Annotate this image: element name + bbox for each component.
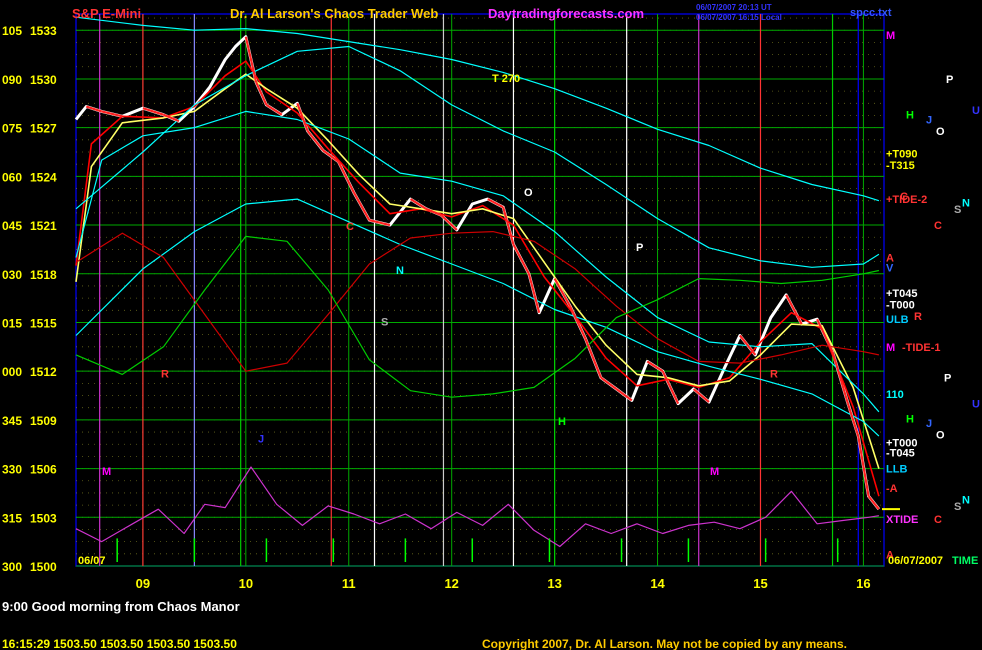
y-tick-right: 1518 [30, 268, 57, 282]
end-date-label: 06/07/2007 [888, 555, 943, 567]
x-tick-label: 12 [444, 576, 458, 591]
footer-message: 9:00 Good morning from Chaos Manor [2, 599, 240, 614]
far-right-label: -TIDE-1 [902, 342, 941, 354]
y-tick-left: 105 [2, 24, 22, 38]
far-right-label: O [936, 126, 945, 138]
y-tick-left: 090 [2, 73, 22, 87]
x-tick-label: 16 [856, 576, 870, 591]
y-tick-right: 1527 [30, 122, 57, 136]
y-tick-right: 1509 [30, 414, 57, 428]
far-right-label: S [954, 204, 961, 216]
t270-label: T 270 [492, 73, 520, 85]
right-label: XTIDE [886, 514, 918, 526]
y-tick-left: 075 [2, 122, 22, 136]
y-tick-left: 300 [2, 560, 22, 574]
header-title: Dr. Al Larson's Chaos Trader Web [230, 6, 438, 21]
right-label: V [886, 262, 894, 274]
far-right-label: R [914, 311, 922, 323]
y-tick-right: 1503 [30, 511, 57, 525]
far-right-label: N [962, 197, 970, 209]
right-label: -T045 [886, 447, 915, 459]
far-right-label: O [936, 429, 945, 441]
chart-canvas: 300 1500315 1503330 1506345 1509000 1512015 15… [0, 0, 982, 650]
y-tick-right: 1515 [30, 316, 57, 330]
header-file: spcc.txt [850, 7, 892, 19]
header-update-local: 06/07/2007 16:15 Local [696, 13, 782, 22]
y-tick-left: 315 [2, 511, 22, 525]
right-label: +T045 [886, 288, 918, 300]
far-right-label: N [962, 494, 970, 506]
x-tick-label: 09 [136, 576, 150, 591]
x-tick-label: 11 [342, 576, 356, 591]
right-label: 110 [886, 389, 904, 401]
far-right-label: U [972, 399, 980, 411]
far-right-label: U [972, 105, 980, 117]
in-chart-label: R [161, 369, 169, 381]
in-chart-label: C [346, 221, 354, 233]
footer-quote: 16:15:29 1503.50 1503.50 1503.50 1503.50 [2, 637, 237, 650]
in-chart-label: O [524, 187, 533, 199]
far-right-label: P [946, 74, 953, 86]
in-chart-label: R [770, 369, 778, 381]
header-update-ut: 06/07/2007 20:13 UT [696, 3, 772, 12]
start-date-label: 06/07 [78, 555, 106, 567]
right-label: M [886, 30, 895, 42]
y-tick-right: 1500 [30, 560, 57, 574]
far-right-label: S [954, 501, 961, 513]
y-tick-right: 1512 [30, 365, 57, 379]
y-tick-left: 060 [2, 170, 22, 184]
header-site: Daytradingforecasts.com [488, 6, 644, 21]
y-tick-left: 345 [2, 414, 22, 428]
y-tick-left: 045 [2, 219, 22, 233]
in-chart-label: M [710, 466, 719, 478]
in-chart-label: N [396, 265, 404, 277]
right-label: -T000 [886, 300, 915, 312]
y-tick-left: 330 [2, 463, 22, 477]
far-right-label: H [906, 110, 914, 122]
y-tick-left: 015 [2, 316, 22, 330]
in-chart-label: J [258, 434, 264, 446]
in-chart-label: S [381, 317, 388, 329]
y-tick-right: 1521 [30, 219, 57, 233]
y-tick-left: 000 [2, 365, 22, 379]
background [0, 0, 982, 650]
far-right-label: H [906, 413, 914, 425]
y-tick-left: 030 [2, 268, 22, 282]
right-label: LLB [886, 464, 907, 476]
y-tick-right: 1530 [30, 73, 57, 87]
x-tick-label: 13 [547, 576, 561, 591]
right-label: M [886, 342, 895, 354]
right-label: -T315 [886, 160, 915, 172]
header-instrument: S&P E-Mini [72, 6, 141, 21]
far-right-label: J [926, 418, 932, 430]
y-tick-right: 1506 [30, 463, 57, 477]
footer-copyright: Copyright 2007, Dr. Al Larson. May not b… [482, 637, 847, 650]
y-tick-right: 1533 [30, 24, 57, 38]
far-right-label: C [900, 191, 908, 203]
in-chart-label: M [102, 466, 111, 478]
far-right-label: J [926, 115, 932, 127]
right-label: ULB [886, 314, 909, 326]
time-label: TIME [952, 555, 978, 567]
x-tick-label: 10 [239, 576, 253, 591]
y-tick-right: 1524 [30, 170, 57, 184]
far-right-label: C [934, 514, 942, 526]
x-tick-label: 14 [650, 576, 665, 591]
right-label: +T090 [886, 149, 918, 161]
x-tick-label: 15 [753, 576, 767, 591]
in-chart-label: P [636, 242, 643, 254]
in-chart-label: H [558, 416, 566, 428]
right-label: -A [886, 483, 898, 495]
far-right-label: P [944, 373, 951, 385]
far-right-label: C [934, 220, 942, 232]
